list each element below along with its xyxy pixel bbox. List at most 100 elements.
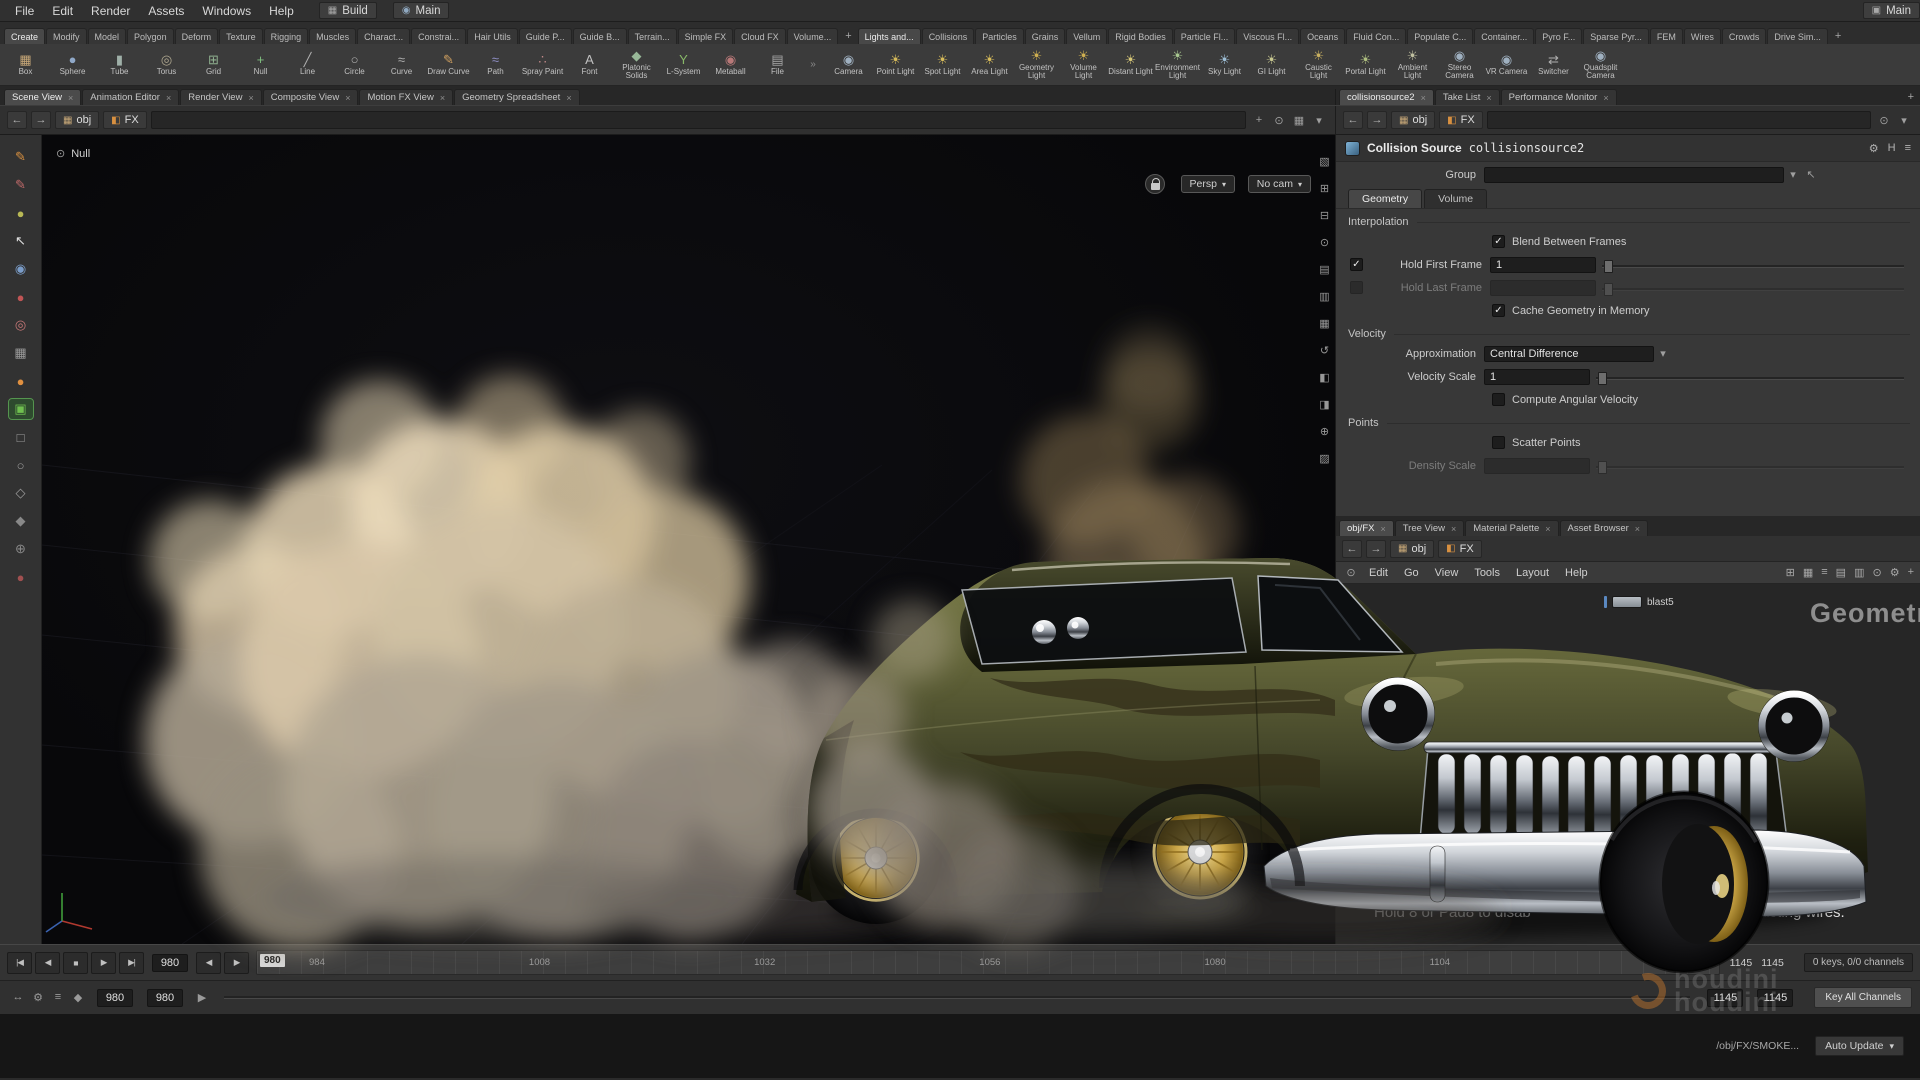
network-forward-button[interactable]: →	[1366, 540, 1386, 558]
current-frame-input[interactable]: 980	[152, 954, 188, 972]
panel-back-button[interactable]: ←	[1343, 111, 1363, 129]
hold-first-input[interactable]: 1	[1490, 257, 1596, 273]
shelf-tool[interactable]: ☀ Environment Light	[1154, 44, 1201, 85]
pane-tab[interactable]: Composite View ×	[263, 89, 359, 105]
toolbar-icon[interactable]: ✎	[9, 147, 33, 167]
desktop-selector[interactable]: ▦ Build	[319, 2, 377, 19]
toolbar-icon[interactable]: ◇	[9, 483, 33, 503]
toolbar-icon[interactable]: ●	[9, 287, 33, 307]
shelf-tool[interactable]: ▤ File	[754, 44, 801, 85]
viewport-display-icon[interactable]: ▥	[1319, 290, 1329, 303]
shelf-tool[interactable]: ⊞ Grid	[190, 44, 237, 85]
shelf-tab[interactable]: Deform	[175, 28, 219, 44]
viewport-display-icon[interactable]: ⊕	[1320, 425, 1329, 438]
shelf-tool[interactable]: ☀ Area Light	[966, 44, 1013, 85]
section-points[interactable]: Points	[1336, 417, 1920, 429]
viewport-display-icon[interactable]: ▦	[1319, 317, 1329, 330]
shelf-tab[interactable]: Texture	[219, 28, 263, 44]
shelf-tab[interactable]: Rigging	[264, 28, 309, 44]
shelf-tab[interactable]: Vellum	[1066, 28, 1107, 44]
panel-forward-button[interactable]: →	[1367, 111, 1387, 129]
network-toolbar-icon[interactable]: ⊙	[1872, 566, 1881, 579]
shelf-tab[interactable]: Guide P...	[519, 28, 572, 44]
network-pane-tab[interactable]: Material Palette ×	[1465, 520, 1558, 536]
playback-button[interactable]: ■	[63, 952, 88, 974]
close-icon[interactable]: ×	[68, 93, 73, 103]
shelf-tool[interactable]: ◉ Stereo Camera	[1436, 44, 1483, 85]
scene-viewport[interactable]: ⊙ Null Persp ▾ No cam ▾ ▧⊞⊟⊙▤▥▦↺◧◨⊕▨	[42, 135, 1335, 944]
network-canvas[interactable]: Geometr blast5 attribdelete1 Hold 8 or P…	[1336, 584, 1920, 944]
shelf-tool[interactable]: ◉ VR Camera	[1483, 44, 1530, 85]
panel-breadcrumb-obj[interactable]: ▦ obj	[1391, 111, 1435, 129]
shelf-tab[interactable]: Viscous Fl...	[1236, 28, 1299, 44]
shelf-tool[interactable]: ╱ Line	[284, 44, 331, 85]
node-flag[interactable]	[1604, 596, 1607, 608]
network-toolbar-icon[interactable]: ≡	[1821, 566, 1827, 579]
shelf-tool[interactable]: ▦ Box	[2, 44, 49, 85]
shelf-tab[interactable]: Terrain...	[628, 28, 677, 44]
network-breadcrumb-fx[interactable]: ◧ FX	[1438, 540, 1482, 558]
shelf-tab[interactable]: Guide B...	[573, 28, 627, 44]
network-toolbar-icon[interactable]: ▥	[1854, 566, 1864, 579]
toolbar-icon[interactable]: ↖	[9, 231, 33, 251]
menu-item[interactable]: Windows	[193, 1, 260, 21]
shelf-tab[interactable]: Hair Utils	[467, 28, 518, 44]
pin-icon[interactable]: ⊙	[1342, 566, 1360, 579]
shelf-tool[interactable]: ◉ Metaball	[707, 44, 754, 85]
network-toolbar-icon[interactable]: ⚙	[1890, 566, 1900, 579]
network-menu-item[interactable]: Edit	[1361, 565, 1396, 581]
shelf-tab[interactable]: Model	[88, 28, 127, 44]
viewport-display-icon[interactable]: ↺	[1320, 344, 1329, 357]
toolbar-icon[interactable]: ✎	[9, 175, 33, 195]
node-body[interactable]	[1372, 882, 1402, 894]
network-pane-tab[interactable]: Asset Browser ×	[1560, 520, 1649, 536]
shelf-tab[interactable]: Drive Sim...	[1767, 28, 1828, 44]
shelf-tool[interactable]: ▮ Tube	[96, 44, 143, 85]
shelf-tool[interactable]: ≈ Curve	[378, 44, 425, 85]
parameter-header-icon[interactable]: H	[1888, 142, 1896, 155]
timeline-ruler[interactable]: 980 984100810321056108011041128	[256, 950, 1720, 975]
pane-tab[interactable]: Performance Monitor ×	[1501, 89, 1617, 105]
shelf-tool[interactable]: ∴ Spray Paint	[519, 44, 566, 85]
path-bar-icon[interactable]: ▦	[1290, 114, 1308, 127]
hold-last-slider[interactable]	[1602, 280, 1910, 296]
shelf-tab[interactable]: Muscles	[309, 28, 356, 44]
cache-checkbox[interactable]: ✓	[1492, 304, 1505, 317]
toolbar-icon[interactable]: ○	[9, 455, 33, 475]
auto-update-selector[interactable]: Auto Update ▾	[1815, 1036, 1904, 1056]
toolbar-icon[interactable]: ▣	[9, 399, 33, 419]
network-menu-item[interactable]: Help	[1557, 565, 1596, 581]
node-attribdelete1[interactable]: attribdelete1	[1364, 882, 1462, 894]
viewport-display-icon[interactable]: ⊟	[1320, 209, 1329, 222]
playback-button[interactable]: |◀	[7, 952, 32, 974]
shelf-tool[interactable]: ☀ Caustic Light	[1295, 44, 1342, 85]
hold-first-slider[interactable]	[1602, 257, 1910, 273]
playback-button[interactable]: ▶	[91, 952, 116, 974]
shelf-tool[interactable]: Y L-System	[660, 44, 707, 85]
density-slider[interactable]	[1596, 458, 1910, 474]
toolbar-icon[interactable]: ●	[9, 203, 33, 223]
toolbar-icon[interactable]: □	[9, 427, 33, 447]
velocity-scale-slider[interactable]	[1596, 369, 1910, 385]
global-range-slider[interactable]	[224, 996, 1690, 999]
menu-item[interactable]: Help	[260, 1, 303, 21]
tab-geometry[interactable]: Geometry	[1348, 189, 1422, 208]
range-bar-icon[interactable]: ⚙	[28, 991, 48, 1004]
network-menu-item[interactable]: View	[1427, 565, 1467, 581]
shelf-tool[interactable]: ☀ Ambient Light	[1389, 44, 1436, 85]
shelf-tab[interactable]: Populate C...	[1407, 28, 1473, 44]
menu-item[interactable]: Assets	[139, 1, 193, 21]
network-back-button[interactable]: ←	[1342, 540, 1362, 558]
section-velocity[interactable]: Velocity	[1336, 328, 1920, 340]
path-input[interactable]	[151, 111, 1246, 129]
range-bar-icon[interactable]: ◆	[68, 991, 88, 1004]
network-toolbar-icon[interactable]: ▤	[1836, 566, 1846, 579]
shelf-tab[interactable]: Create	[4, 28, 45, 44]
pane-tab[interactable]: Animation Editor ×	[82, 89, 179, 105]
shelf-tab[interactable]: FEM	[1650, 28, 1683, 44]
panel-breadcrumb-fx[interactable]: ◧ FX	[1439, 111, 1483, 129]
pane-tab[interactable]: Motion FX View ×	[359, 89, 453, 105]
range-start-input-2[interactable]: 980	[147, 989, 183, 1007]
breadcrumb-obj[interactable]: ▦ obj	[55, 111, 99, 129]
panel-path-icon[interactable]: ▾	[1895, 114, 1913, 127]
